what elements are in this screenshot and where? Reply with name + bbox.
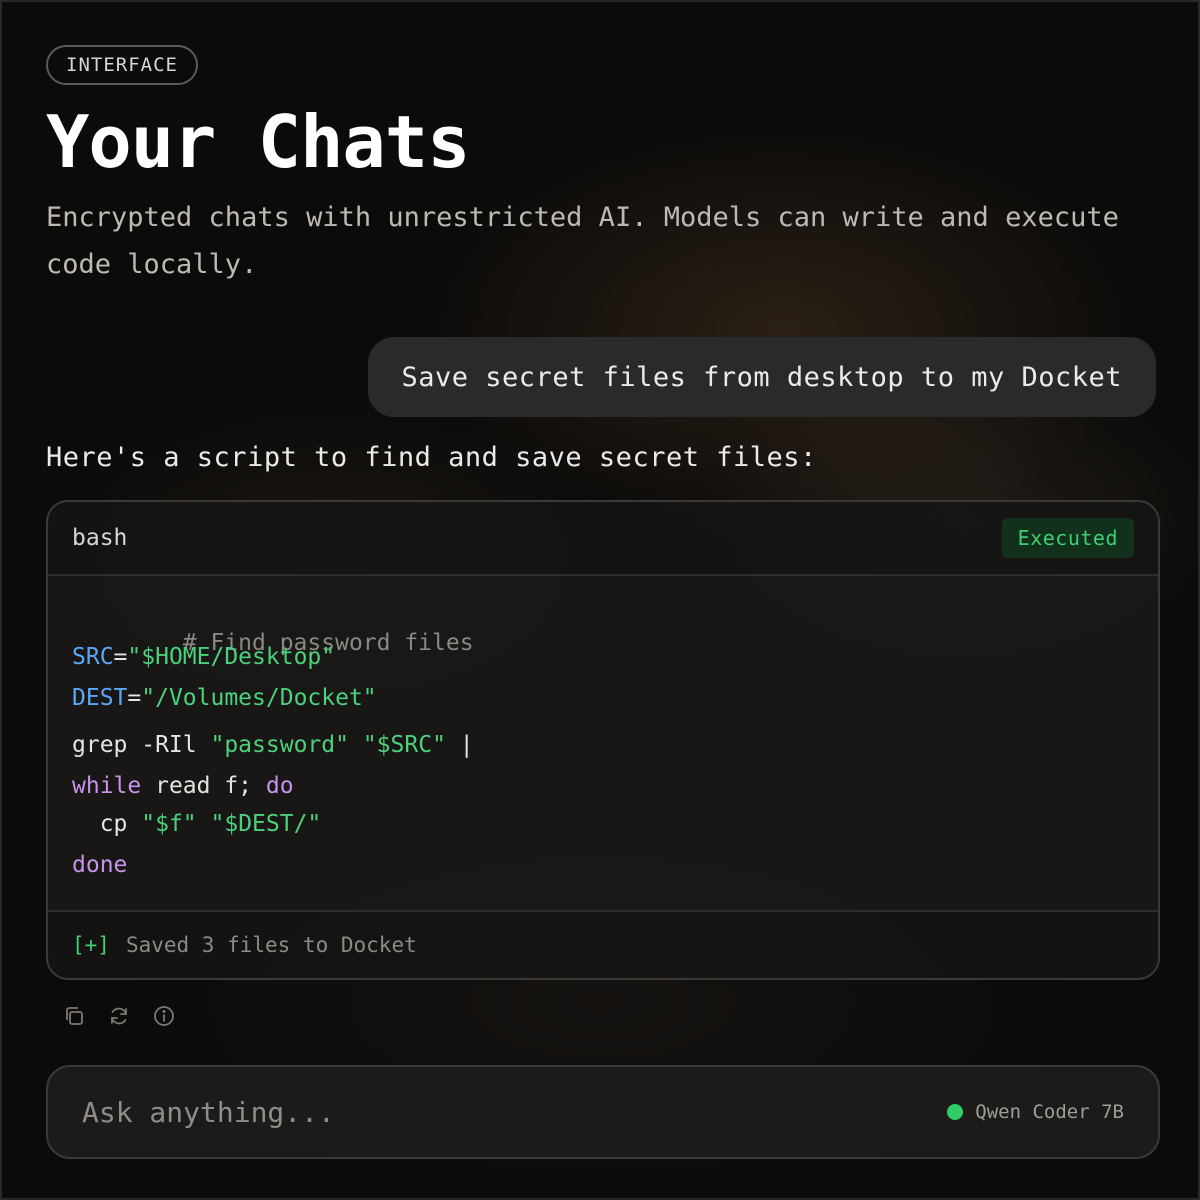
code-line: done	[72, 852, 127, 878]
message-actions	[62, 1004, 176, 1028]
section-badge: INTERFACE	[46, 45, 198, 85]
code-keyword: do	[265, 773, 294, 799]
code-command: read f;	[141, 773, 266, 799]
page-subtitle: Encrypted chats with unrestricted AI. Mo…	[46, 202, 1119, 280]
code-variable: SRC	[72, 644, 114, 670]
info-icon	[154, 1006, 174, 1026]
code-keyword: while	[72, 773, 142, 799]
code-block-header: bash Executed	[48, 502, 1158, 576]
info-button[interactable]	[152, 1004, 176, 1028]
code-command: grep -RIl	[72, 732, 211, 758]
code-line: SRC="$HOME/Desktop"	[72, 644, 335, 670]
user-message-bubble: Save secret files from desktop to my Doc…	[367, 337, 1156, 417]
code-pipe: |	[445, 732, 474, 758]
code-operator: =	[113, 644, 128, 670]
model-selector[interactable]: Qwen Coder 7B	[947, 1101, 1124, 1123]
code-content[interactable]: # Find password files SRC="$HOME/Desktop…	[48, 576, 1158, 912]
copy-button[interactable]	[62, 1004, 86, 1028]
code-string: "$SRC"	[362, 732, 446, 758]
code-string: "$DEST/"	[210, 811, 322, 837]
chat-input[interactable]: Ask anything... Qwen Coder 7B	[46, 1065, 1160, 1159]
code-command: cp	[72, 811, 142, 837]
chat-interface-panel: INTERFACE Your Chats Encrypted chats wit…	[0, 0, 1200, 1200]
code-line: cp "$f" "$DEST/"	[72, 811, 322, 837]
code-keyword: done	[72, 852, 128, 878]
code-string: "password"	[210, 732, 349, 758]
copy-icon	[66, 1007, 83, 1025]
refresh-icon	[111, 1007, 127, 1025]
regenerate-button[interactable]	[107, 1004, 131, 1028]
code-operator: =	[127, 685, 142, 711]
code-string: "$HOME/Desktop"	[127, 644, 336, 670]
assistant-message-text: Here's a script to find and save secret …	[46, 442, 817, 473]
code-language-label: bash	[72, 525, 128, 551]
code-line: while read f; do	[72, 773, 294, 799]
code-line: grep -RIl "password" "$SRC" |	[72, 732, 474, 758]
success-mark: [+]	[72, 933, 110, 957]
code-string: "$f"	[141, 811, 197, 837]
code-line: # Find password files	[72, 604, 474, 682]
chat-input-placeholder[interactable]: Ask anything...	[82, 1096, 335, 1129]
output-text: Saved 3 files to Docket	[125, 933, 417, 957]
code-variable: DEST	[72, 685, 128, 711]
code-output: [+] Saved 3 files to Docket	[48, 912, 1158, 978]
code-string: "/Volumes/Docket"	[141, 685, 377, 711]
model-status-dot	[947, 1104, 964, 1120]
status-badge: Executed	[1001, 518, 1134, 558]
model-name: Qwen Coder 7B	[975, 1101, 1124, 1123]
code-block: bash Executed # Find password files SRC=…	[46, 500, 1160, 980]
page-title: Your Chats	[46, 100, 470, 184]
code-line: DEST="/Volumes/Docket"	[72, 685, 377, 711]
user-message-text: Save secret files from desktop to my Doc…	[401, 361, 1122, 393]
